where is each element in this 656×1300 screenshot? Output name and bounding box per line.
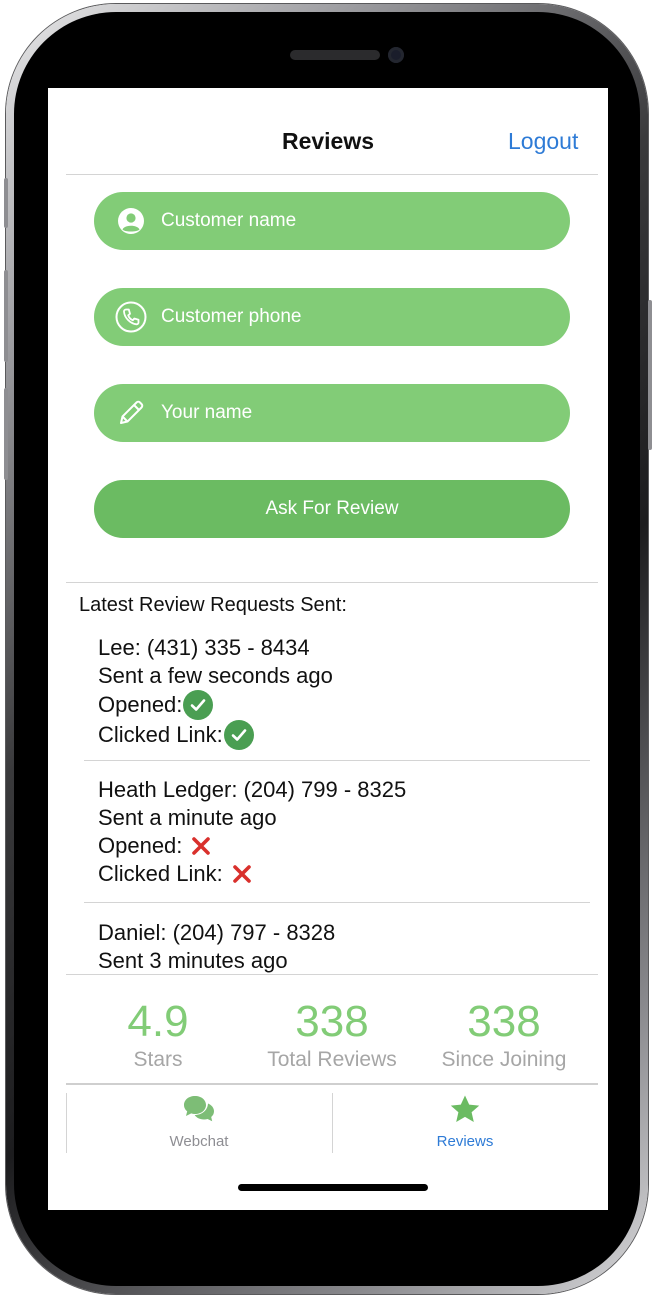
list-divider	[84, 902, 590, 903]
stats-divider	[66, 974, 598, 975]
customer-phone-input[interactable]	[161, 306, 541, 328]
requests-title: Latest Review Requests Sent:	[79, 594, 347, 616]
request-item[interactable]: Lee: (431) 335 - 8434 Sent a few seconds…	[98, 634, 333, 750]
app-screen: Reviews Logout Customer name Customer ph…	[48, 88, 608, 1210]
customer-name-input[interactable]	[161, 210, 541, 232]
phone-icon	[115, 301, 147, 333]
chat-bubbles-icon	[66, 1094, 332, 1129]
home-indicator[interactable]	[238, 1184, 428, 1191]
opened-label: Opened:	[98, 692, 183, 717]
total-reviews-value: 338	[295, 997, 369, 1046]
header-divider	[66, 174, 598, 175]
front-camera	[388, 47, 404, 63]
ask-for-review-button[interactable]: Ask For Review	[94, 480, 570, 538]
clicked-label: Clicked Link:	[98, 722, 223, 747]
power-button	[648, 300, 652, 450]
logout-button[interactable]: Logout	[508, 128, 578, 155]
since-joining-stat: 338 Since Joining	[414, 998, 594, 1072]
checkmark-icon	[223, 720, 254, 750]
request-clicked-row: Clicked Link:	[98, 720, 333, 750]
request-opened-row: Opened:	[98, 690, 333, 720]
request-sent-time: Sent 3 minutes ago	[98, 948, 288, 973]
total-reviews-stat: 338 Total Reviews	[242, 998, 422, 1072]
checkmark-icon	[183, 690, 214, 720]
request-item[interactable]: Heath Ledger: (204) 799 - 8325 Sent a mi…	[98, 776, 406, 888]
your-name-field[interactable]	[94, 384, 570, 442]
form-divider	[66, 582, 598, 583]
tabbar-divider	[66, 1083, 598, 1085]
total-reviews-label: Total Reviews	[267, 1048, 397, 1071]
customer-phone-field[interactable]	[94, 288, 570, 346]
volume-down-button	[4, 388, 8, 480]
request-contact: Lee: (431) 335 - 8434	[98, 635, 310, 660]
your-name-input[interactable]	[161, 402, 541, 424]
stars-value: 4.9	[127, 997, 189, 1046]
tab-reviews[interactable]: Reviews	[332, 1094, 598, 1150]
request-contact: Daniel: (204) 797 - 8328	[98, 920, 336, 945]
silent-switch	[4, 178, 8, 228]
pencil-icon	[115, 397, 147, 429]
earpiece-speaker	[290, 50, 380, 60]
star-icon	[332, 1094, 598, 1129]
request-item[interactable]: Daniel: (204) 797 - 8328 Sent 3 minutes …	[98, 919, 335, 974]
stars-stat: 4.9 Stars	[68, 998, 248, 1072]
since-joining-value: 338	[467, 997, 541, 1046]
request-clicked-row: Clicked Link:	[98, 860, 406, 888]
cross-icon	[188, 833, 214, 859]
cross-icon	[229, 861, 255, 887]
requests-list[interactable]: Lee: (431) 335 - 8434 Sent a few seconds…	[48, 624, 608, 974]
request-opened-row: Opened:	[98, 832, 406, 860]
customer-name-field[interactable]	[94, 192, 570, 250]
tab-webchat[interactable]: Webchat	[66, 1094, 332, 1150]
volume-up-button	[4, 270, 8, 362]
list-divider	[84, 760, 590, 761]
tab-reviews-label: Reviews	[436, 1133, 494, 1150]
user-circle-icon	[115, 205, 147, 237]
request-sent-time: Sent a few seconds ago	[98, 663, 333, 688]
request-contact: Heath Ledger: (204) 799 - 8325	[98, 777, 407, 802]
request-sent-time: Sent a minute ago	[98, 805, 277, 830]
clicked-label: Clicked Link:	[98, 861, 223, 886]
since-joining-label: Since Joining	[441, 1048, 567, 1071]
stars-label: Stars	[133, 1048, 183, 1071]
opened-label: Opened:	[98, 833, 183, 858]
tab-webchat-label: Webchat	[169, 1133, 229, 1150]
